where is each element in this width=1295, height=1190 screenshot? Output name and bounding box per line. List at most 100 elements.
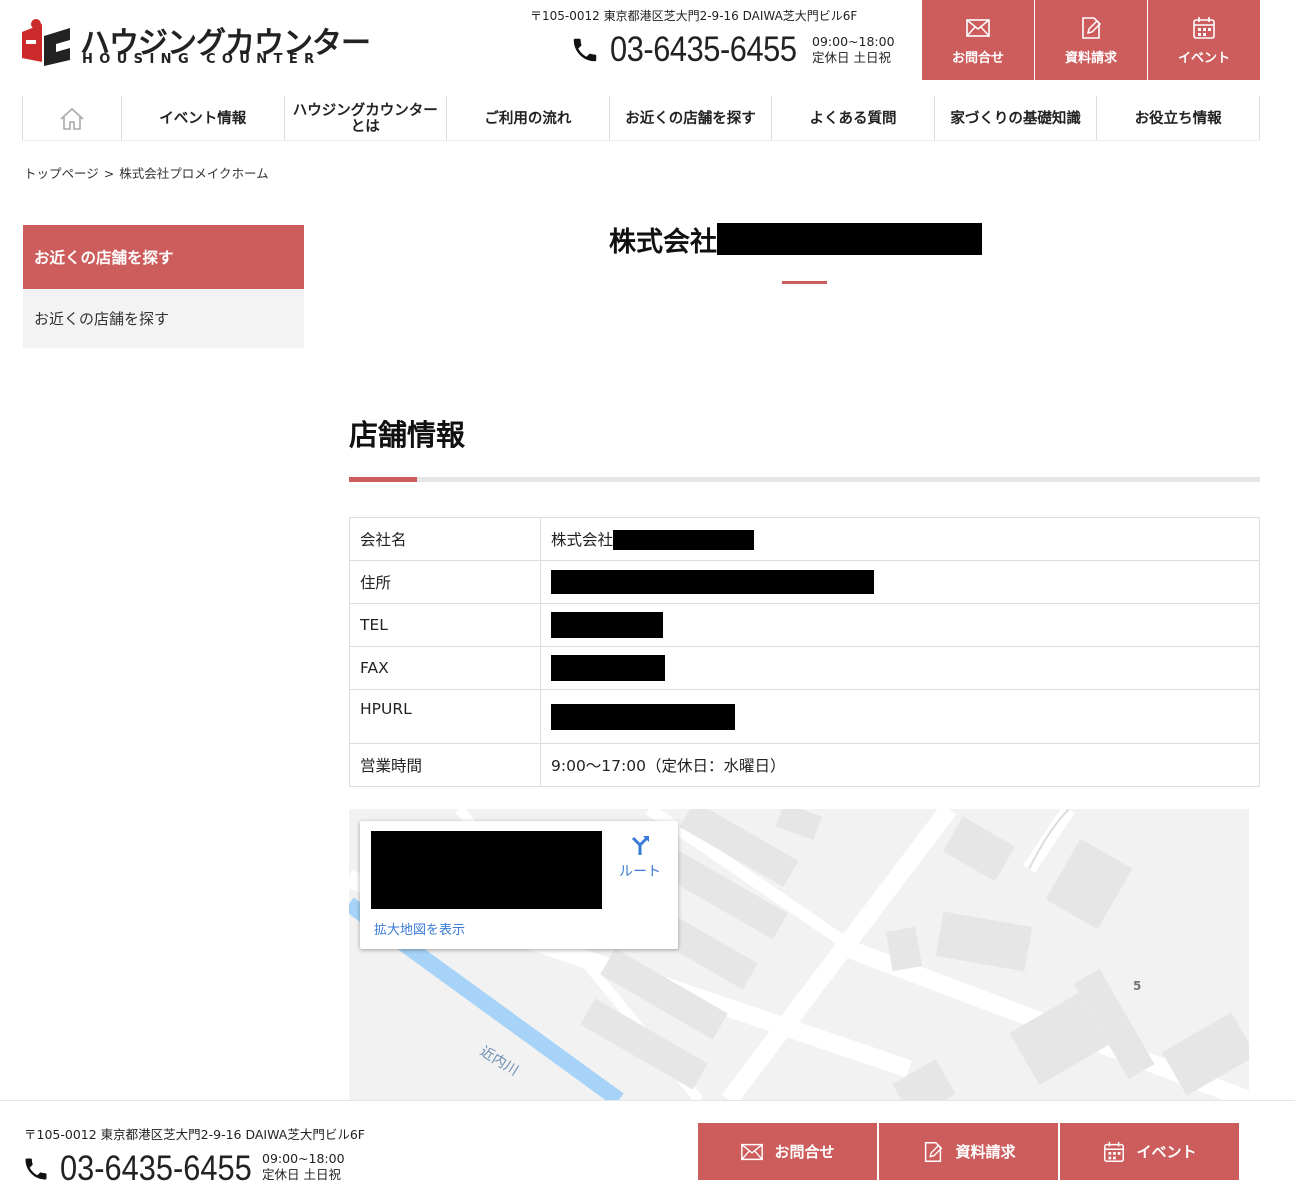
table-row: 会社名 株式会社 [349, 517, 1260, 561]
nav-about-line1: ハウジングカウンター [292, 102, 438, 119]
nav-about-line2: とは [350, 118, 380, 135]
nav-find-store[interactable]: お近くの店舗を探す [610, 96, 773, 141]
mail-icon [741, 1143, 764, 1160]
redacted-block [551, 570, 874, 594]
table-key: FAX [349, 646, 541, 690]
footer-hours-time: 09:00~18:00 [262, 1151, 345, 1166]
nav-event-info[interactable]: イベント情報 [122, 96, 285, 141]
home-icon [60, 107, 84, 130]
table-key: TEL [349, 603, 541, 647]
sidebar: お近くの店舗を探す お近くの店舗を探す [23, 225, 304, 348]
site-logo[interactable]: ハウジングカウンター HOUSING COUNTER [22, 18, 371, 70]
table-row: FAX [349, 646, 1260, 690]
map-number-label: 5 [1133, 979, 1142, 993]
nav-faq[interactable]: よくある質問 [772, 96, 935, 141]
document-edit-icon [925, 1141, 943, 1162]
header-phone-number: 03-6435-6455 [610, 30, 797, 69]
header-contact-button[interactable]: お問合せ [922, 0, 1034, 80]
table-value: 9:00～17:00（定休日：水曜日） [540, 743, 1260, 787]
footer-hours-closed: 定休日 土日祝 [262, 1167, 341, 1182]
header-event-label: イベント [1177, 50, 1230, 66]
footer-brochure-label: 資料請求 [955, 1143, 1016, 1161]
site-header: ハウジングカウンター HOUSING COUNTER 〒105-0012 東京都… [0, 0, 1295, 90]
section-title: 店舗情報 [349, 418, 466, 452]
calendar-icon [1104, 1141, 1125, 1162]
header-brochure-button[interactable]: 資料請求 [1035, 0, 1147, 80]
section-rule-accent [349, 477, 417, 482]
store-info-table: 会社名 株式会社 住所 TEL FAX HPURL 営業時間 9:00～17:0… [349, 517, 1260, 787]
document-edit-icon [1082, 16, 1102, 39]
global-nav: イベント情報 ハウジングカウンター とは ご利用の流れ お近くの店舗を探す よく… [22, 96, 1260, 141]
phone-icon [25, 1158, 47, 1180]
calendar-icon [1193, 16, 1215, 39]
nav-divider [22, 140, 1260, 141]
table-value [540, 689, 1260, 744]
redacted-block [717, 223, 982, 255]
table-value [540, 603, 1260, 647]
footer-event-label: イベント [1136, 1143, 1197, 1161]
sticky-footer: 〒105-0012 東京都港区芝大門2-9-16 DAIWA芝大門ビル6F 03… [0, 1100, 1295, 1190]
footer-phone[interactable]: 03-6435-6455 [22, 1149, 252, 1189]
route-icon [631, 836, 649, 855]
redacted-block [551, 612, 663, 638]
redacted-block [371, 831, 602, 909]
title-underline [782, 281, 827, 284]
table-key: 住所 [349, 560, 541, 604]
nav-about[interactable]: ハウジングカウンター とは [285, 96, 448, 141]
table-row: 営業時間 9:00～17:00（定休日：水曜日） [349, 743, 1260, 787]
header-address: 〒105-0012 東京都港区芝大門2-9-16 DAIWA芝大門ビル6F [530, 9, 858, 23]
logo-mark-icon [22, 19, 70, 66]
table-row: 住所 [349, 560, 1260, 604]
embedded-map[interactable]: 近内川 5 ルート 拡大地図を表示 [349, 809, 1249, 1100]
redacted-block [551, 655, 665, 681]
section-rule [349, 477, 1260, 482]
footer-contact-button[interactable]: お問合せ [698, 1123, 877, 1180]
table-value [540, 560, 1260, 604]
header-hours-time: 09:00~18:00 [812, 34, 895, 49]
footer-contact-label: お問合せ [774, 1143, 835, 1161]
table-value [540, 646, 1260, 690]
map-expand-link[interactable]: 拡大地図を表示 [374, 919, 465, 938]
header-brochure-label: 資料請求 [1064, 50, 1117, 66]
header-phone[interactable]: 03-6435-6455 [570, 30, 815, 70]
redacted-block [551, 703, 735, 730]
map-route-button[interactable]: ルート [615, 833, 665, 881]
nav-useful-info[interactable]: お役立ち情報 [1097, 96, 1260, 141]
redacted-block [613, 530, 755, 551]
table-key: 営業時間 [349, 743, 541, 787]
breadcrumb-current: 株式会社プロメイクホーム [119, 166, 269, 181]
footer-address: 〒105-0012 東京都港区芝大門2-9-16 DAIWA芝大門ビル6F [24, 1127, 365, 1142]
table-row: TEL [349, 603, 1260, 647]
phone-icon [573, 38, 597, 62]
sidebar-item-find-store[interactable]: お近くの店舗を探す [23, 289, 304, 348]
footer-hours: 09:00~18:00 定休日 土日祝 [262, 1151, 345, 1183]
page-title: 株式会社 [609, 220, 982, 258]
breadcrumb-separator: > [103, 166, 115, 181]
table-value: 株式会社 [540, 517, 1260, 561]
header-hours-closed: 定休日 土日祝 [812, 50, 891, 65]
nav-home[interactable] [23, 96, 122, 141]
table-key: HPURL [349, 689, 541, 744]
header-contact-label: お問合せ [951, 50, 1004, 66]
page-title-prefix: 株式会社 [609, 226, 717, 258]
map-route-label: ルート [619, 864, 661, 880]
header-buttons: お問合せ 資料請求 イベント [922, 0, 1260, 80]
sidebar-heading: お近くの店舗を探す [23, 225, 304, 289]
footer-brochure-button[interactable]: 資料請求 [879, 1123, 1058, 1180]
page-title-area: 株式会社 [349, 220, 1260, 260]
header-event-button[interactable]: イベント [1148, 0, 1260, 80]
table-row: HPURL [349, 689, 1260, 744]
map-info-card: ルート 拡大地図を表示 [360, 821, 678, 949]
table-key: 会社名 [349, 517, 541, 561]
header-hours: 09:00~18:00 定休日 土日祝 [812, 34, 895, 66]
breadcrumb-home-link[interactable]: トップページ [24, 166, 99, 181]
company-name-prefix: 株式会社 [551, 530, 614, 549]
breadcrumb: トップページ > 株式会社プロメイクホーム [24, 163, 269, 182]
footer-phone-number: 03-6435-6455 [60, 1149, 252, 1188]
nav-about-label: ハウジングカウンター とは [293, 103, 438, 135]
mail-icon [966, 18, 990, 37]
logo-text-en: HOUSING COUNTER [82, 52, 321, 67]
nav-flow[interactable]: ご利用の流れ [447, 96, 610, 141]
footer-event-button[interactable]: イベント [1060, 1123, 1239, 1180]
nav-basics[interactable]: 家づくりの基礎知識 [935, 96, 1098, 141]
